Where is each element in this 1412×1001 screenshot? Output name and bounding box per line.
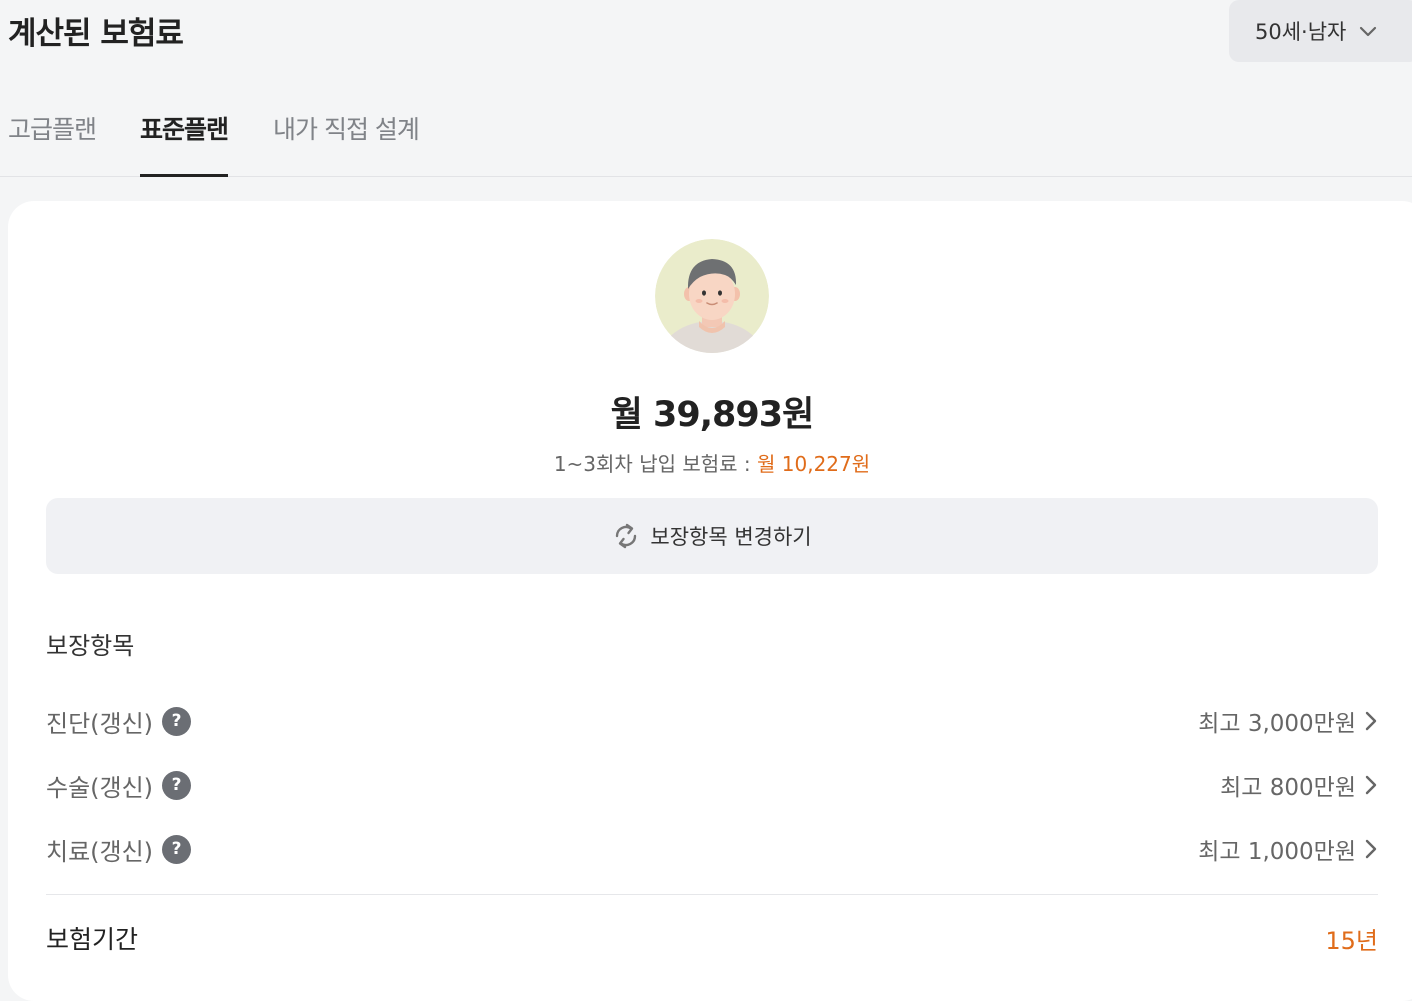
tab-premium-plan[interactable]: 고급플랜 <box>8 110 97 177</box>
question-icon[interactable]: ? <box>162 834 192 864</box>
coverage-name: 진단(갱신) <box>46 709 154 738</box>
chevron-down-icon <box>1360 26 1377 37</box>
coverage-row: 수술(갱신) ? 최고 800만원 <box>46 765 1378 805</box>
coverage-name: 치료(갱신) <box>46 837 154 866</box>
monthly-premium: 월 39,893원 <box>610 395 815 435</box>
initial-premium: 1~3회차 납입 보험료 : 월 10,227원 <box>0 448 1412 477</box>
insurance-period-row: 보험기간 15년 <box>46 920 1378 956</box>
avatar-illustration <box>655 239 769 353</box>
coverage-amount-link[interactable]: 최고 1,000만원 <box>1198 832 1378 866</box>
insurance-period-value: 15년 <box>1325 926 1378 955</box>
question-icon[interactable]: ? <box>162 706 192 736</box>
page-title: 계산된 보험료 <box>8 16 184 52</box>
question-icon[interactable]: ? <box>162 770 192 800</box>
chevron-right-icon <box>1365 711 1377 731</box>
initial-premium-label: 1~3회차 납입 보험료 : <box>553 452 758 476</box>
coverage-section-title: 보장항목 <box>46 632 135 660</box>
coverage-amount: 최고 800만원 <box>1220 775 1356 801</box>
coverage-amount: 최고 3,000만원 <box>1198 711 1356 737</box>
avatar <box>655 239 769 353</box>
age-gender-select[interactable]: 50세·남자 <box>1229 0 1412 62</box>
plan-tabs: 고급플랜 표준플랜 내가 직접 설계 <box>0 100 1412 177</box>
coverage-amount-link[interactable]: 최고 3,000만원 <box>1198 704 1378 738</box>
coverage-name: 수술(갱신) <box>46 773 154 802</box>
tab-standard-plan[interactable]: 표준플랜 <box>140 110 229 177</box>
divider <box>46 894 1378 895</box>
coverage-amount-link[interactable]: 최고 800만원 <box>1220 768 1378 802</box>
coverage-row: 진단(갱신) ? 최고 3,000만원 <box>46 701 1378 741</box>
chevron-right-icon <box>1365 839 1377 859</box>
coverage-amount: 최고 1,000만원 <box>1198 839 1356 865</box>
tab-custom-design[interactable]: 내가 직접 설계 <box>273 110 420 177</box>
initial-premium-value: 월 10,227원 <box>757 452 871 476</box>
refresh-icon <box>616 523 637 549</box>
change-coverage-label: 보장항목 변경하기 <box>650 525 812 549</box>
insurance-period-label: 보험기간 <box>46 925 139 954</box>
coverage-row: 치료(갱신) ? 최고 1,000만원 <box>46 829 1378 869</box>
age-gender-label: 50세·남자 <box>1255 20 1347 44</box>
chevron-right-icon <box>1365 775 1377 795</box>
change-coverage-button[interactable]: 보장항목 변경하기 <box>46 498 1378 574</box>
